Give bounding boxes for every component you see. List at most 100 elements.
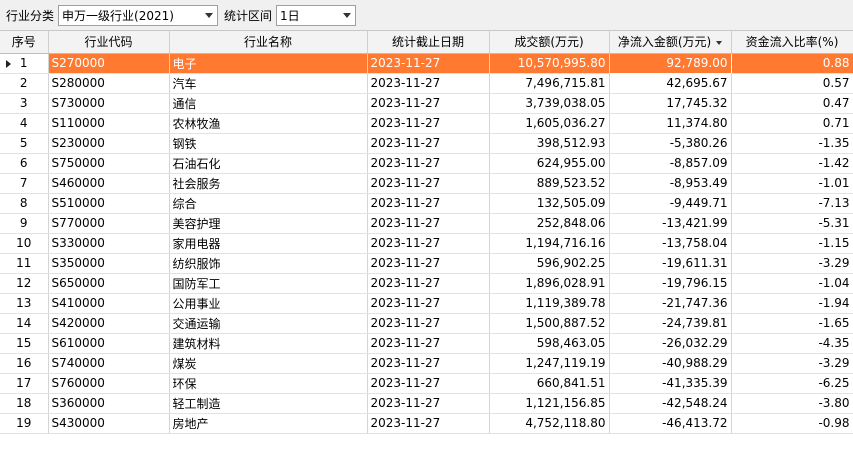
header-col-net-inflow[interactable]: 净流入金额(万元) (609, 31, 732, 54)
cell-col-date[interactable]: 2023-11-27 (367, 73, 490, 94)
cell-col-name[interactable]: 环保 (169, 373, 368, 394)
cell-col-code[interactable]: S730000 (48, 93, 170, 114)
cell-col-code[interactable]: S770000 (48, 213, 170, 234)
cell-col-turnover[interactable]: 660,841.51 (489, 373, 610, 394)
table-row[interactable]: 10 S330000 家用电器 2023-11-27 1,194,716.16 -13,7… (0, 233, 853, 254)
cell-col-date[interactable]: 2023-11-27 (367, 333, 490, 354)
header-col-name[interactable]: 行业名称 (169, 31, 368, 54)
cell-col-name[interactable]: 电子 (169, 53, 368, 74)
cell-col-inflow-ratio[interactable]: -1.01 (731, 173, 853, 194)
cell-col-turnover[interactable]: 10,570,995.80 (489, 53, 610, 74)
cell-col-name[interactable]: 农林牧渔 (169, 113, 368, 134)
cell-col-date[interactable]: 2023-11-27 (367, 93, 490, 114)
table-row[interactable]: 12 S650000 国防军工 2023-11-27 1,896,028.91 -19,7… (0, 273, 853, 294)
cell-col-net-inflow[interactable]: -19,796.15 (609, 273, 732, 294)
cell-col-inflow-ratio[interactable]: -3.29 (731, 253, 853, 274)
cell-col-code[interactable]: S610000 (48, 333, 170, 354)
cell-col-turnover[interactable]: 1,194,716.16 (489, 233, 610, 254)
cell-col-name[interactable]: 建筑材料 (169, 333, 368, 354)
cell-col-net-inflow[interactable]: -26,032.29 (609, 333, 732, 354)
cell-col-name[interactable]: 综合 (169, 193, 368, 214)
cell-col-name[interactable]: 钢铁 (169, 133, 368, 154)
cell-col-inflow-ratio[interactable]: -4.35 (731, 333, 853, 354)
cell-col-seq[interactable]: 2 (0, 73, 49, 94)
cell-col-name[interactable]: 美容护理 (169, 213, 368, 234)
header-col-date[interactable]: 统计截止日期 (367, 31, 490, 54)
cell-col-inflow-ratio[interactable]: -1.42 (731, 153, 853, 174)
cell-col-name[interactable]: 通信 (169, 93, 368, 114)
table-row[interactable]: 19 S430000 房地产 2023-11-27 4,752,118.80 -46,41… (0, 413, 853, 434)
cell-col-date[interactable]: 2023-11-27 (367, 113, 490, 134)
cell-col-date[interactable]: 2023-11-27 (367, 173, 490, 194)
cell-col-date[interactable]: 2023-11-27 (367, 353, 490, 374)
cell-col-date[interactable]: 2023-11-27 (367, 53, 490, 74)
cell-col-name[interactable]: 国防军工 (169, 273, 368, 294)
data-grid[interactable]: 序号 行业代码 行业名称 统计截止日期 成交额(万元) 净流入金额(万元) 资金流入比率(%… (0, 30, 853, 454)
table-row[interactable]: 9 S770000 美容护理 2023-11-27 252,848.06 -13,421.… (0, 213, 853, 234)
cell-col-inflow-ratio[interactable]: -5.31 (731, 213, 853, 234)
table-row[interactable]: 2 S280000 汽车 2023-11-27 7,496,715.81 42,695.6… (0, 73, 853, 94)
cell-col-code[interactable]: S750000 (48, 153, 170, 174)
cell-col-inflow-ratio[interactable]: -1.65 (731, 313, 853, 334)
cell-col-date[interactable]: 2023-11-27 (367, 313, 490, 334)
cell-col-inflow-ratio[interactable]: -3.29 (731, 353, 853, 374)
cell-col-turnover[interactable]: 1,605,036.27 (489, 113, 610, 134)
cell-col-date[interactable]: 2023-11-27 (367, 273, 490, 294)
cell-col-name[interactable]: 石油石化 (169, 153, 368, 174)
cell-col-name[interactable]: 轻工制造 (169, 393, 368, 414)
cell-col-code[interactable]: S650000 (48, 273, 170, 294)
cell-col-seq[interactable]: 8 (0, 193, 49, 214)
header-col-code[interactable]: 行业代码 (48, 31, 170, 54)
cell-col-code[interactable]: S410000 (48, 293, 170, 314)
table-row[interactable]: 17 S760000 环保 2023-11-27 660,841.51 -41,335.3… (0, 373, 853, 394)
table-row[interactable]: 5 S230000 钢铁 2023-11-27 398,512.93 -5,380.26 -… (0, 133, 853, 154)
cell-col-inflow-ratio[interactable]: -1.04 (731, 273, 853, 294)
cell-col-net-inflow[interactable]: -46,413.72 (609, 413, 732, 434)
cell-col-seq[interactable]: 6 (0, 153, 49, 174)
cell-col-code[interactable]: S430000 (48, 413, 170, 434)
cell-col-seq[interactable]: 1 (0, 53, 49, 74)
cell-col-inflow-ratio[interactable]: 0.47 (731, 93, 853, 114)
cell-col-turnover[interactable]: 889,523.52 (489, 173, 610, 194)
cell-col-net-inflow[interactable]: -8,953.49 (609, 173, 732, 194)
cell-col-turnover[interactable]: 4,752,118.80 (489, 413, 610, 434)
cell-col-date[interactable]: 2023-11-27 (367, 133, 490, 154)
cell-col-seq[interactable]: 16 (0, 353, 49, 374)
cell-col-net-inflow[interactable]: -21,747.36 (609, 293, 732, 314)
cell-col-date[interactable]: 2023-11-27 (367, 413, 490, 434)
cell-col-seq[interactable]: 13 (0, 293, 49, 314)
cell-col-name[interactable]: 公用事业 (169, 293, 368, 314)
cell-col-inflow-ratio[interactable]: -7.13 (731, 193, 853, 214)
category-select[interactable]: 申万一级行业(2021) (58, 4, 219, 26)
cell-col-name[interactable]: 社会服务 (169, 173, 368, 194)
cell-col-inflow-ratio[interactable]: -6.25 (731, 373, 853, 394)
cell-col-turnover[interactable]: 1,500,887.52 (489, 313, 610, 334)
cell-col-turnover[interactable]: 1,119,389.78 (489, 293, 610, 314)
cell-col-inflow-ratio[interactable]: -1.15 (731, 233, 853, 254)
cell-col-inflow-ratio[interactable]: 0.57 (731, 73, 853, 94)
table-row[interactable]: 11 S350000 纺织服饰 2023-11-27 596,902.25 -19,611… (0, 253, 853, 274)
header-col-inflow-ratio[interactable]: 资金流入比率(%) (731, 31, 853, 54)
cell-col-net-inflow[interactable]: -5,380.26 (609, 133, 732, 154)
cell-col-seq[interactable]: 11 (0, 253, 49, 274)
cell-col-name[interactable]: 交通运输 (169, 313, 368, 334)
table-row[interactable]: 14 S420000 交通运输 2023-11-27 1,500,887.52 -24,7… (0, 313, 853, 334)
cell-col-net-inflow[interactable]: -9,449.71 (609, 193, 732, 214)
cell-col-date[interactable]: 2023-11-27 (367, 153, 490, 174)
table-row[interactable]: 8 S510000 综合 2023-11-27 132,505.09 -9,449.71 -… (0, 193, 853, 214)
cell-col-turnover[interactable]: 398,512.93 (489, 133, 610, 154)
cell-col-seq[interactable]: 3 (0, 93, 49, 114)
cell-col-date[interactable]: 2023-11-27 (367, 233, 490, 254)
cell-col-inflow-ratio[interactable]: -0.98 (731, 413, 853, 434)
cell-col-seq[interactable]: 9 (0, 213, 49, 234)
cell-col-seq[interactable]: 4 (0, 113, 49, 134)
cell-col-net-inflow[interactable]: 17,745.32 (609, 93, 732, 114)
table-row[interactable]: 6 S750000 石油石化 2023-11-27 624,955.00 -8,857.0… (0, 153, 853, 174)
cell-col-code[interactable]: S460000 (48, 173, 170, 194)
table-row[interactable]: 4 S110000 农林牧渔 2023-11-27 1,605,036.27 11,374… (0, 113, 853, 134)
cell-col-turnover[interactable]: 7,496,715.81 (489, 73, 610, 94)
table-row[interactable]: 3 S730000 通信 2023-11-27 3,739,038.05 17,745.3… (0, 93, 853, 114)
cell-col-name[interactable]: 家用电器 (169, 233, 368, 254)
cell-col-code[interactable]: S740000 (48, 353, 170, 374)
cell-col-code[interactable]: S510000 (48, 193, 170, 214)
